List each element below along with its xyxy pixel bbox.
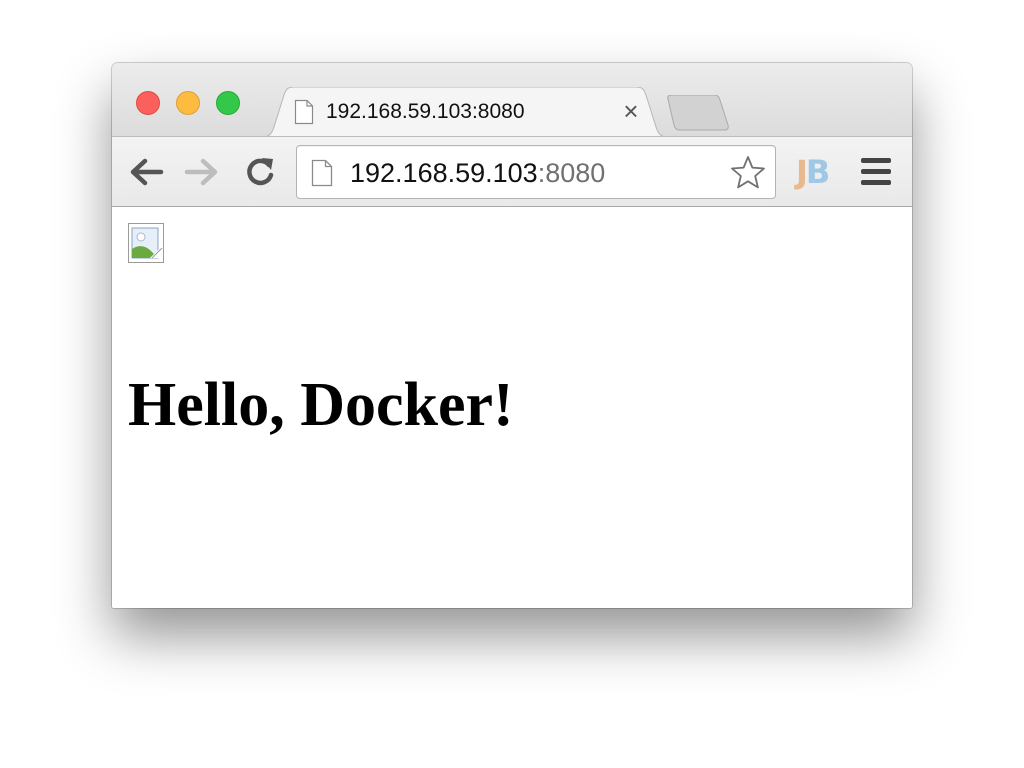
back-arrow-icon[interactable] xyxy=(126,154,166,190)
page-content: Hello, Docker! xyxy=(112,207,912,608)
jb-extension-icon[interactable]: JB xyxy=(796,151,836,193)
menu-bar-line xyxy=(861,169,891,174)
jb-letter-b: B xyxy=(805,153,830,191)
close-tab-icon[interactable]: × xyxy=(618,97,644,125)
page-icon xyxy=(294,99,314,125)
tab-title: 192.168.59.103:8080 xyxy=(326,100,525,123)
toolbar: 192.168.59.103:8080 JB xyxy=(112,136,912,207)
new-tab-button[interactable] xyxy=(662,95,734,131)
title-bar: 192.168.59.103:8080 × xyxy=(112,63,912,137)
reload-icon[interactable] xyxy=(240,154,280,190)
forward-arrow-icon[interactable] xyxy=(182,154,222,190)
close-window-button[interactable] xyxy=(136,91,160,115)
active-tab[interactable]: 192.168.59.103:8080 × xyxy=(260,87,670,137)
minimize-window-button[interactable] xyxy=(176,91,200,115)
bookmark-star-icon[interactable] xyxy=(729,154,767,192)
url-host: 192.168.59.103 xyxy=(350,158,538,188)
broken-image-icon xyxy=(128,223,164,263)
menu-bar-line xyxy=(861,158,891,163)
screen: 192.168.59.103:8080 × 192.168.59.103:808… xyxy=(0,0,1024,768)
jb-letter-j: J xyxy=(796,153,808,191)
menu-bar-line xyxy=(861,180,891,185)
browser-window: 192.168.59.103:8080 × 192.168.59.103:808… xyxy=(112,63,912,608)
hamburger-menu-icon[interactable] xyxy=(861,158,891,186)
url-text: 192.168.59.103:8080 xyxy=(350,158,605,188)
url-port: :8080 xyxy=(537,158,606,188)
address-bar[interactable]: 192.168.59.103:8080 xyxy=(296,145,776,199)
page-heading: Hello, Docker! xyxy=(128,371,514,439)
page-icon xyxy=(311,159,333,187)
maximize-window-button[interactable] xyxy=(216,91,240,115)
